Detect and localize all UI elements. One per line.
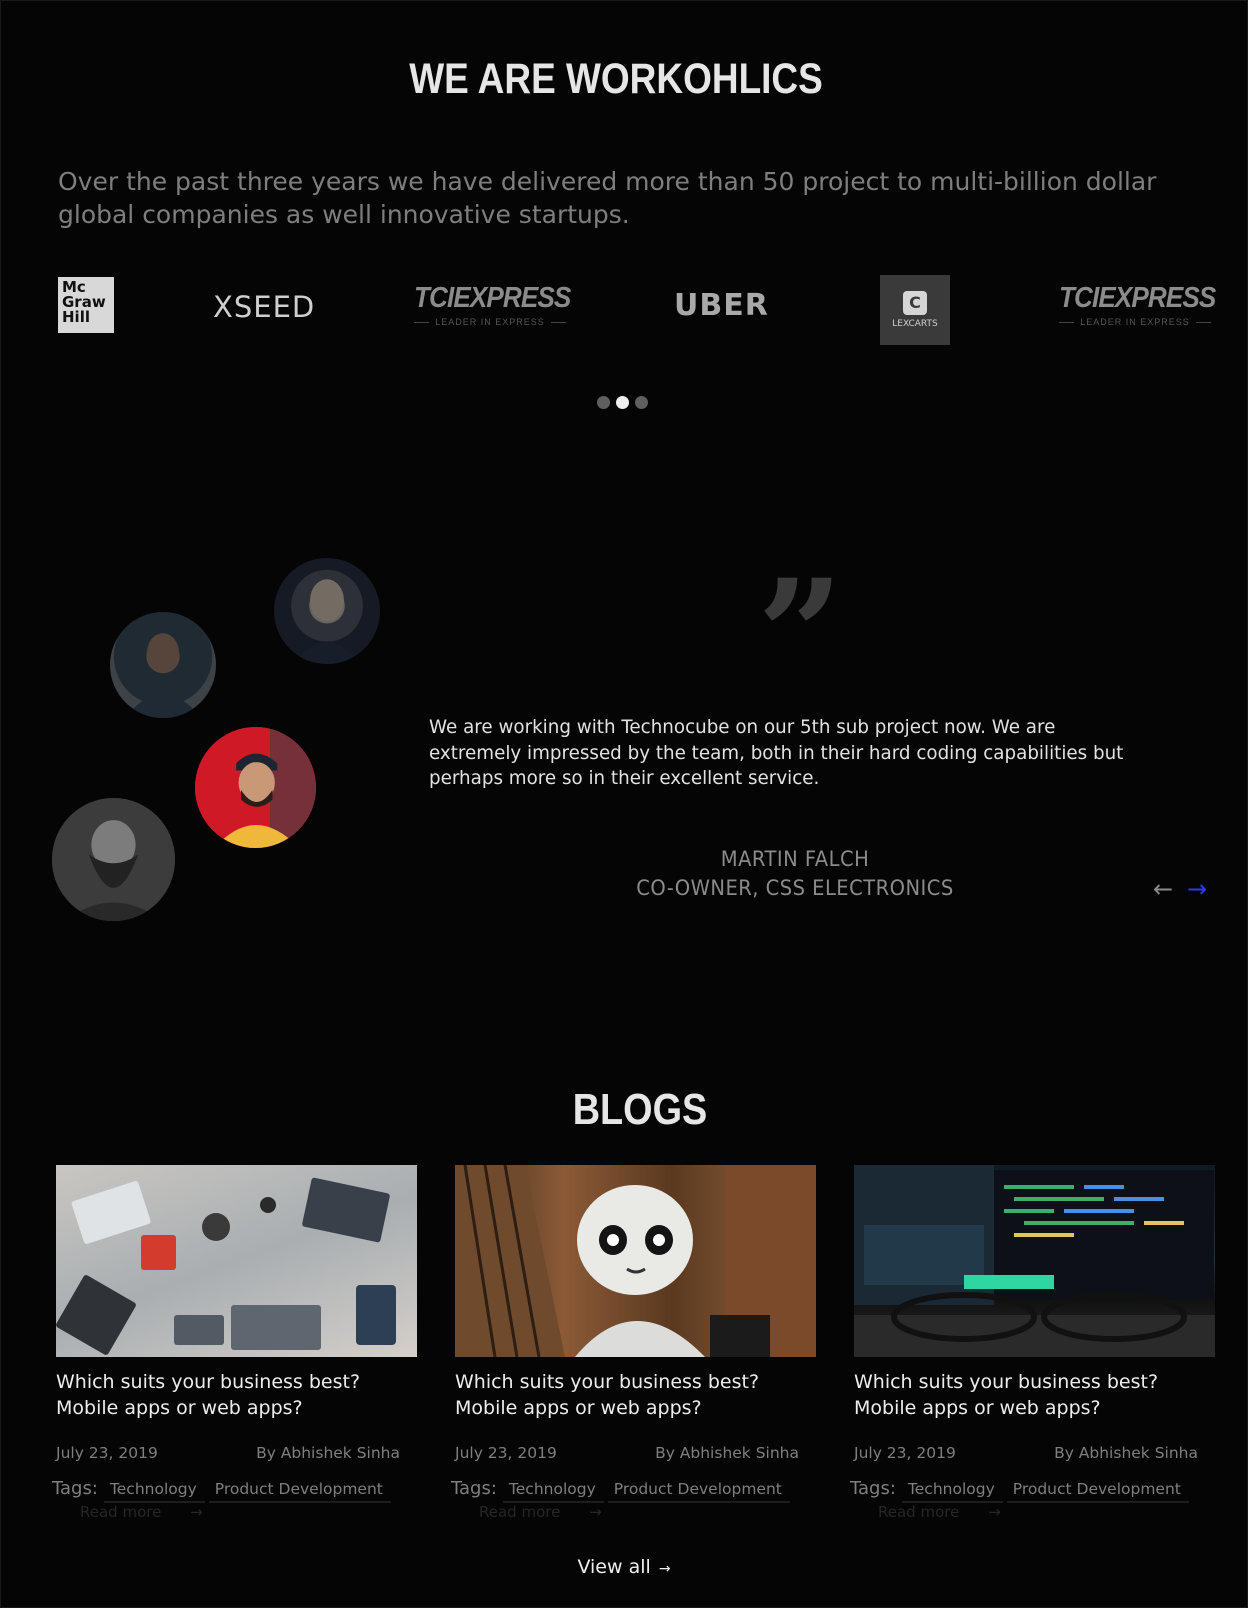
read-more-link[interactable]: Read more → xyxy=(56,1503,417,1521)
tag-product-development[interactable]: Product Development xyxy=(607,1480,790,1503)
tci-express-tagline: LEADER IN EXPRESS xyxy=(414,317,566,327)
blog-meta: July 23, 2019 By Abhishek Sinha xyxy=(854,1444,1198,1462)
blog-meta: July 23, 2019 By Abhishek Sinha xyxy=(56,1444,400,1462)
tag-technology[interactable]: Technology xyxy=(502,1480,604,1503)
arrow-right-icon[interactable]: → xyxy=(1184,876,1210,902)
blog-author: By Abhishek Sinha xyxy=(256,1444,400,1462)
tags-label: Tags: xyxy=(850,1478,896,1499)
testimonial-author-name: MARTIN FALCH xyxy=(720,847,870,871)
blog-card[interactable]: Which suits your business best? Mobile a… xyxy=(451,1165,816,1521)
about-intro: Over the past three years we have delive… xyxy=(58,167,1157,229)
code-screen-with-glasses-photo[interactable] xyxy=(854,1165,1215,1357)
blog-author: By Abhishek Sinha xyxy=(655,1444,799,1462)
carousel-dot-active[interactable] xyxy=(616,396,629,409)
read-more-link[interactable]: Read more → xyxy=(854,1503,1215,1521)
blog-title[interactable]: Which suits your business best? Mobile a… xyxy=(854,1370,1215,1421)
tci-express-logo: TCIEXPRESS LEADER IN EXPRESS xyxy=(414,282,571,341)
blog-date: July 23, 2019 xyxy=(56,1444,158,1462)
blog-tags: Tags: Technology Product Development xyxy=(451,1478,816,1503)
carousel-dot[interactable] xyxy=(635,396,648,409)
blogs-heading: BLOGS xyxy=(572,1084,708,1134)
lexcarts-logo: C LEXCARTS xyxy=(880,275,950,345)
blog-date: July 23, 2019 xyxy=(854,1444,956,1462)
team-working-on-laptops-photo[interactable] xyxy=(56,1165,417,1357)
testimonial-text: We are working with Technocube on our 5t… xyxy=(429,717,1124,790)
arrow-icon: → xyxy=(589,1503,602,1521)
lexcarts-wordmark: LEXCARTS xyxy=(892,319,938,329)
about-heading: WE ARE WORKOHLICS xyxy=(409,54,823,103)
carousel-dot[interactable] xyxy=(597,396,610,409)
tag-product-development[interactable]: Product Development xyxy=(208,1480,391,1503)
logo-line: Hill xyxy=(62,308,90,326)
blog-meta: July 23, 2019 By Abhishek Sinha xyxy=(455,1444,799,1462)
testimonial-author-role: CO-OWNER, CSS ELECTRONICS xyxy=(636,876,954,900)
client-avatar-active[interactable] xyxy=(195,727,316,848)
tci-express-tagline: LEADER IN EXPRESS xyxy=(1059,317,1211,327)
client-avatar[interactable] xyxy=(52,798,175,921)
white-robot-photo[interactable] xyxy=(455,1165,816,1357)
tci-express-wordmark: TCIEXPRESS xyxy=(1059,282,1216,314)
tag-product-development[interactable]: Product Development xyxy=(1006,1480,1189,1503)
xseed-logo: XSEED xyxy=(213,290,316,324)
client-avatar[interactable] xyxy=(274,558,380,664)
blog-card[interactable]: Which suits your business best? Mobile a… xyxy=(52,1165,417,1521)
arrow-right-icon: → xyxy=(658,1561,671,1577)
tci-express-wordmark: TCIEXPRESS xyxy=(414,282,571,314)
blog-date: July 23, 2019 xyxy=(455,1444,557,1462)
blog-tags: Tags: Technology Product Development xyxy=(850,1478,1215,1503)
arrow-icon: → xyxy=(988,1503,1001,1521)
testimonial-author: MARTIN FALCH CO-OWNER, CSS ELECTRONICS xyxy=(576,845,1013,903)
blog-author: By Abhishek Sinha xyxy=(1054,1444,1198,1462)
read-more-link[interactable]: Read more → xyxy=(455,1503,816,1521)
tci-express-logo: TCIEXPRESS LEADER IN EXPRESS xyxy=(1059,282,1216,341)
tags-label: Tags: xyxy=(52,1478,98,1499)
tags-label: Tags: xyxy=(451,1478,497,1499)
uber-logo: UBER xyxy=(674,288,769,323)
arrow-left-icon[interactable]: ← xyxy=(1150,876,1176,902)
view-all-link[interactable]: View all → xyxy=(0,1556,1248,1578)
lexcarts-mark: C xyxy=(903,291,927,315)
blog-title[interactable]: Which suits your business best? Mobile a… xyxy=(56,1370,417,1421)
tag-technology[interactable]: Technology xyxy=(103,1480,205,1503)
quote-icon: ” xyxy=(757,547,844,723)
blog-tags: Tags: Technology Product Development xyxy=(52,1478,417,1503)
tag-technology[interactable]: Technology xyxy=(901,1480,1003,1503)
logo-carousel-dots xyxy=(597,396,648,409)
arrow-icon: → xyxy=(190,1503,203,1521)
blog-title[interactable]: Which suits your business best? Mobile a… xyxy=(455,1370,816,1421)
blog-card[interactable]: Which suits your business best? Mobile a… xyxy=(850,1165,1215,1521)
mcgraw-hill-logo: Mc Graw Hill xyxy=(58,277,114,333)
client-avatar[interactable] xyxy=(110,612,216,718)
